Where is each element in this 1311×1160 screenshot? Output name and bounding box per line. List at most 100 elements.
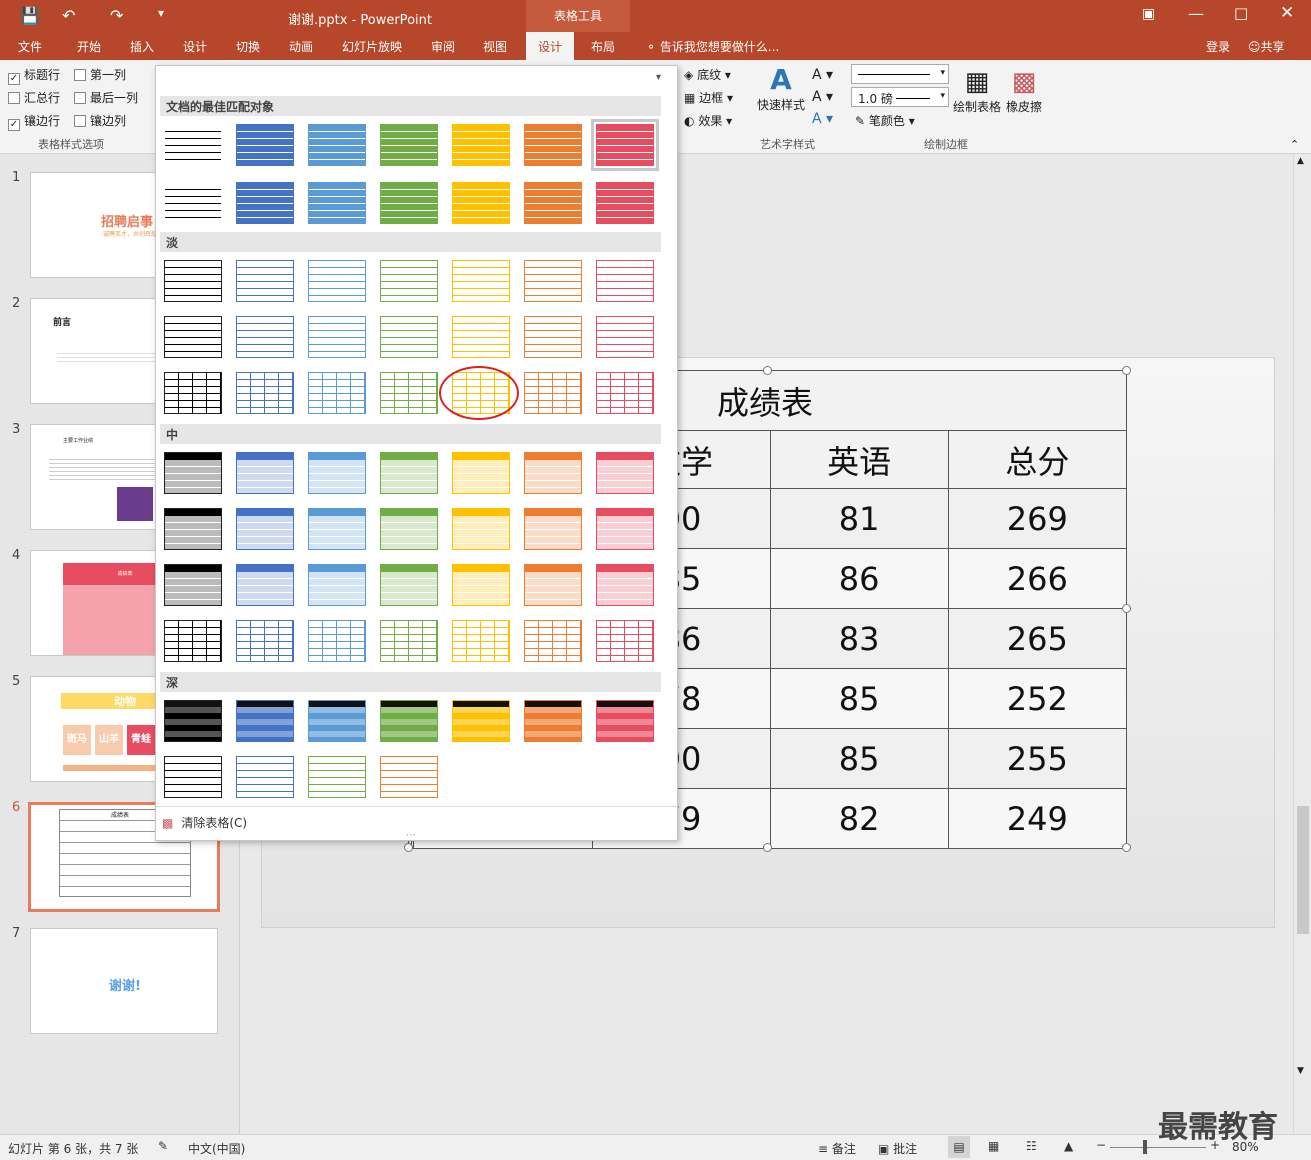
tab-transitions[interactable]: 切换 — [236, 38, 260, 55]
resize-handle[interactable] — [763, 843, 772, 852]
table-style-swatch[interactable] — [524, 700, 582, 742]
normal-view-icon[interactable]: ▤ — [948, 1136, 970, 1158]
zoom-out-icon[interactable]: − — [1096, 1138, 1106, 1152]
table-style-swatch[interactable] — [452, 564, 510, 606]
table-style-swatch[interactable] — [524, 452, 582, 494]
zoom-slider-thumb[interactable] — [1143, 1140, 1147, 1154]
customize-toolbar-icon[interactable]: ▾ — [158, 6, 164, 20]
table-style-swatch[interactable] — [164, 452, 222, 494]
table-style-swatch[interactable] — [308, 452, 366, 494]
tab-review[interactable]: 审阅 — [431, 38, 455, 55]
table-style-swatch[interactable] — [596, 452, 654, 494]
zoom-slider[interactable] — [1110, 1147, 1206, 1148]
resize-handle[interactable] — [404, 843, 413, 852]
table-style-swatch[interactable] — [596, 182, 654, 224]
table-style-swatch[interactable] — [164, 260, 222, 302]
resize-grip-icon[interactable]: ⋯ — [406, 830, 416, 841]
table-style-swatch[interactable] — [596, 260, 654, 302]
tab-table-design[interactable]: 设计 — [526, 32, 575, 60]
tab-insert[interactable]: 插入 — [130, 38, 154, 55]
table-style-swatch[interactable] — [236, 452, 294, 494]
table-style-swatch[interactable] — [596, 316, 654, 358]
table-style-swatch[interactable] — [596, 700, 654, 742]
table-style-swatch[interactable] — [591, 119, 659, 171]
banded-columns-checkbox[interactable]: 镶边列 — [74, 112, 126, 129]
table-style-swatch[interactable] — [380, 124, 438, 166]
pen-style-select[interactable]: ▾ — [851, 64, 949, 84]
table-style-swatch[interactable] — [524, 508, 582, 550]
table-style-swatch[interactable] — [308, 700, 366, 742]
total-row-checkbox[interactable]: 汇总行 — [8, 89, 60, 106]
banded-rows-checkbox[interactable]: ✓ 镶边行 — [8, 112, 60, 131]
text-fill-button[interactable]: A ▾ — [812, 64, 833, 86]
maximize-icon[interactable]: □ — [1234, 4, 1248, 22]
spellcheck-icon[interactable]: ✎ — [158, 1139, 168, 1153]
shading-button[interactable]: ◈ 底纹 ▾ — [684, 66, 731, 83]
tab-design[interactable]: 设计 — [183, 38, 207, 55]
table-style-swatch[interactable] — [308, 124, 366, 166]
quick-styles-button[interactable]: A 快速样式 — [756, 64, 806, 113]
comments-button[interactable]: ▣ 批注 — [878, 1140, 917, 1157]
table-style-swatch[interactable] — [452, 700, 510, 742]
share-button[interactable]: ☺共享 — [1248, 38, 1285, 55]
table-style-swatch[interactable] — [596, 508, 654, 550]
table-style-swatch[interactable] — [380, 756, 438, 798]
table-style-swatch[interactable] — [452, 182, 510, 224]
table-style-swatch[interactable] — [524, 316, 582, 358]
effects-button[interactable]: ◐ 效果 ▾ — [684, 112, 732, 129]
language-indicator[interactable]: 中文(中国) — [188, 1140, 245, 1157]
table-style-swatch[interactable] — [236, 316, 294, 358]
table-style-swatch[interactable] — [452, 620, 510, 662]
table-style-swatch[interactable] — [380, 508, 438, 550]
table-style-swatch[interactable] — [236, 182, 294, 224]
resize-handle[interactable] — [1122, 366, 1131, 375]
table-style-swatch[interactable] — [308, 620, 366, 662]
notes-button[interactable]: ≡ 备注 — [818, 1140, 856, 1157]
table-style-swatch[interactable] — [596, 564, 654, 606]
table-style-swatch[interactable] — [308, 182, 366, 224]
tell-me-input[interactable]: ⚬ 告诉我您想要做什么... — [646, 38, 779, 55]
minimize-icon[interactable]: — — [1188, 4, 1204, 23]
table-style-swatch[interactable] — [164, 700, 222, 742]
draw-table-button[interactable]: ▦ 绘制表格 — [952, 66, 1002, 115]
table-style-swatch[interactable] — [164, 316, 222, 358]
table-style-swatch[interactable] — [380, 700, 438, 742]
header-row-checkbox[interactable]: ✓ 标题行 — [8, 66, 60, 85]
resize-handle[interactable] — [1122, 843, 1131, 852]
slide-sorter-icon[interactable]: ▦ — [988, 1139, 999, 1153]
eraser-button[interactable]: ▩ 橡皮擦 — [1004, 66, 1044, 115]
reading-view-icon[interactable]: ☷ — [1026, 1139, 1037, 1153]
table-style-swatch[interactable] — [236, 372, 294, 414]
scroll-thumb[interactable] — [1297, 806, 1309, 934]
table-style-swatch[interactable] — [380, 182, 438, 224]
table-style-swatch[interactable] — [308, 756, 366, 798]
table-style-swatch[interactable] — [164, 508, 222, 550]
table-style-swatch[interactable] — [452, 124, 510, 166]
table-style-swatch[interactable] — [596, 372, 654, 414]
table-style-swatch[interactable] — [308, 260, 366, 302]
table-style-swatch[interactable] — [452, 508, 510, 550]
resize-handle[interactable] — [763, 366, 772, 375]
scroll-up-icon[interactable]: ▲ — [1297, 156, 1304, 166]
table-style-swatch[interactable] — [380, 260, 438, 302]
sign-in-link[interactable]: 登录 — [1206, 38, 1230, 55]
borders-button[interactable]: ▦ 边框 ▾ — [684, 89, 733, 106]
resize-handle[interactable] — [1122, 604, 1131, 613]
table-style-swatch[interactable] — [164, 372, 222, 414]
tab-home[interactable]: 开始 — [77, 38, 101, 55]
table-style-swatch[interactable] — [308, 372, 366, 414]
scroll-down-icon[interactable]: ▼ — [1297, 1066, 1304, 1076]
table-style-swatch[interactable] — [524, 372, 582, 414]
table-style-swatch[interactable] — [236, 124, 294, 166]
gallery-collapse-icon[interactable]: ▾ — [656, 72, 661, 83]
text-effects-button[interactable]: A ▾ — [812, 108, 833, 130]
table-style-swatch[interactable] — [236, 756, 294, 798]
collapse-ribbon-icon[interactable]: ⌃ — [1290, 138, 1299, 151]
table-style-swatch[interactable] — [524, 260, 582, 302]
text-outline-button[interactable]: A ▾ — [812, 86, 833, 108]
table-style-swatch[interactable] — [164, 620, 222, 662]
table-style-swatch[interactable] — [524, 620, 582, 662]
last-column-checkbox[interactable]: 最后一列 — [74, 89, 138, 106]
vertical-scrollbar[interactable]: ▲ ▼ — [1293, 154, 1311, 1134]
table-style-swatch[interactable] — [164, 756, 222, 798]
